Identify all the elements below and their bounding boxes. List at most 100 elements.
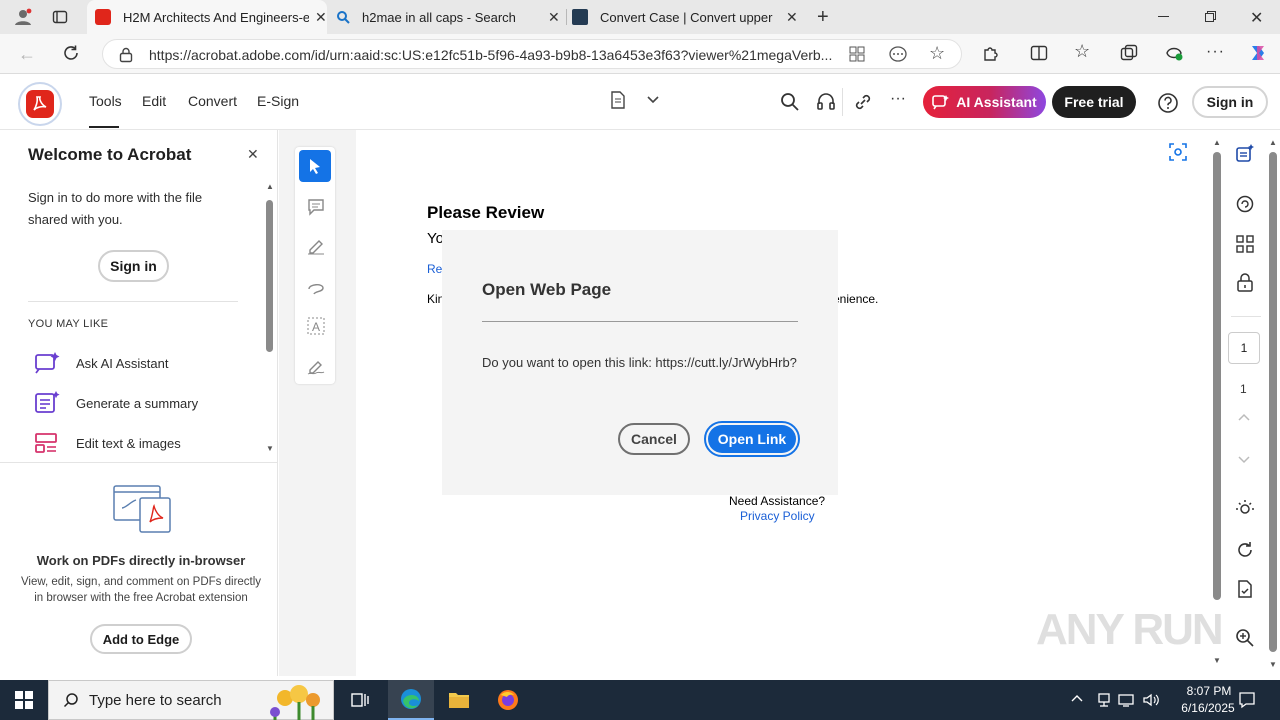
nav-convert[interactable]: Convert <box>188 93 237 109</box>
help-icon[interactable] <box>1157 92 1179 114</box>
pdf-browser-illustration-icon <box>112 482 174 534</box>
address-bar-row: ← https://acrobat.adobe.com/id/urn:aaid:… <box>0 34 1280 74</box>
panel-scrollbar[interactable]: ▲ ▼ <box>264 182 276 458</box>
page-number-box[interactable]: 1 <box>1228 332 1260 364</box>
new-tab-icon[interactable]: + <box>817 6 829 29</box>
rail-divider <box>1231 316 1261 317</box>
zoom-in-icon[interactable] <box>1235 628 1255 648</box>
close-panel-icon[interactable]: ✕ <box>247 146 259 163</box>
more-options-bubble-icon[interactable] <box>889 46 907 62</box>
back-icon[interactable]: ← <box>18 44 36 65</box>
search-tab-icon <box>337 11 350 24</box>
nav-edit[interactable]: Edit <box>142 93 166 109</box>
favorite-star-icon[interactable]: ☆ <box>929 43 945 64</box>
lock-rail-icon[interactable] <box>1236 273 1254 293</box>
url-text[interactable]: https://acrobat.adobe.com/id/urn:aaid:sc… <box>149 47 832 63</box>
tab-close-icon[interactable]: ✕ <box>315 9 327 26</box>
brightness-rail-icon[interactable] <box>1235 498 1255 518</box>
task-view-icon[interactable] <box>351 691 369 709</box>
wifi-icon[interactable] <box>1118 692 1134 708</box>
rotate-rail-icon[interactable] <box>1235 540 1255 560</box>
highlight-tool-icon[interactable] <box>306 236 326 256</box>
tab-close-icon[interactable]: ✕ <box>548 9 560 26</box>
edit-text-images-item[interactable]: Edit text & images <box>34 428 181 458</box>
volume-icon[interactable] <box>1142 692 1160 708</box>
firefox-icon[interactable] <box>497 689 519 711</box>
generate-summary-item[interactable]: Generate a summary <box>34 388 198 418</box>
close-window-icon[interactable]: ✕ <box>1250 8 1263 28</box>
link-icon[interactable] <box>853 92 873 112</box>
doc-heading: Please Review <box>427 203 545 222</box>
notifications-icon[interactable] <box>1238 691 1256 709</box>
cancel-button[interactable]: Cancel <box>618 423 690 455</box>
draw-tool-icon[interactable] <box>306 277 326 297</box>
minimize-icon[interactable] <box>1158 16 1169 17</box>
windows-start-icon[interactable] <box>15 691 33 709</box>
file-explorer-icon[interactable] <box>448 690 470 710</box>
convert-case-tab-icon <box>572 9 588 25</box>
document-rail-icon[interactable] <box>1235 579 1255 599</box>
document-scrollbar[interactable]: ▲ ▼ <box>1210 130 1224 676</box>
ai-assistant-rail-icon[interactable] <box>1235 144 1255 164</box>
page-down-icon[interactable] <box>1238 456 1250 464</box>
windows-taskbar: Type here to search 8:07 PM 6/16/2025 <box>0 680 1280 720</box>
profile-icon[interactable] <box>14 8 32 26</box>
nav-tools-underline <box>89 126 119 128</box>
extensions-icon[interactable] <box>982 44 1000 62</box>
lock-icon[interactable] <box>119 47 133 63</box>
ask-ai-assistant-item[interactable]: Ask AI Assistant <box>34 348 169 378</box>
anyrun-watermark: ANY RUN <box>1036 605 1224 654</box>
add-to-edge-button[interactable]: Add to Edge <box>90 624 192 654</box>
app-available-icon[interactable] <box>849 46 865 62</box>
taskbar-time[interactable]: 8:07 PM <box>1174 684 1244 698</box>
taskbar-date[interactable]: 6/16/2025 <box>1168 701 1248 715</box>
tab-search[interactable]: h2mae in all caps - Search ✕ <box>330 0 564 34</box>
edit-text-icon <box>35 433 57 453</box>
sign-tool-icon[interactable] <box>306 356 326 376</box>
tab-convert-case[interactable]: Convert Case | Convert upper cas ✕ <box>568 0 804 34</box>
sign-in-button[interactable]: Sign in <box>1192 86 1268 118</box>
document-menu-icon[interactable] <box>610 91 626 109</box>
browser-scrollbar[interactable]: ▲ ▼ <box>1266 130 1280 676</box>
free-trial-button[interactable]: Free trial <box>1052 86 1136 118</box>
browser-essentials-icon[interactable] <box>1164 44 1184 62</box>
collections-icon[interactable] <box>1120 44 1138 62</box>
comment-tool-icon[interactable] <box>306 197 326 217</box>
chevron-down-icon[interactable] <box>647 96 659 104</box>
copilot-icon[interactable] <box>1248 43 1268 63</box>
comments-rail-icon[interactable] <box>1235 194 1255 214</box>
network-icon[interactable] <box>1096 692 1112 708</box>
thumbnails-rail-icon[interactable] <box>1235 234 1255 254</box>
quick-tools-bar: A <box>295 147 335 384</box>
tray-chevron-icon[interactable] <box>1071 694 1083 702</box>
open-link-button[interactable]: Open Link <box>704 421 800 457</box>
read-aloud-icon[interactable] <box>816 92 836 112</box>
acrobat-logo-icon[interactable] <box>18 82 62 126</box>
doc-review-link[interactable]: Re <box>427 262 442 276</box>
nav-esign[interactable]: E-Sign <box>257 93 299 109</box>
tab-actions-icon[interactable] <box>52 9 68 25</box>
edge-taskbar-icon[interactable] <box>388 680 434 720</box>
select-tool-icon[interactable] <box>299 150 331 182</box>
tab-close-icon[interactable]: ✕ <box>786 9 798 26</box>
more-icon[interactable]: ··· <box>890 90 906 108</box>
panel-sign-in-button[interactable]: Sign in <box>98 250 169 282</box>
ai-scan-icon[interactable] <box>1168 142 1188 162</box>
favorites-icon[interactable]: ☆ <box>1074 41 1090 62</box>
page-up-icon[interactable] <box>1238 413 1250 421</box>
page-total: 1 <box>1240 382 1247 396</box>
taskbar-search-box[interactable]: Type here to search <box>48 680 334 720</box>
url-box[interactable]: https://acrobat.adobe.com/id/urn:aaid:sc… <box>102 39 962 69</box>
tab-h2m[interactable]: H2M Architects And Engineers-en ✕ <box>87 0 327 34</box>
nav-tools[interactable]: Tools <box>89 93 122 109</box>
refresh-icon[interactable] <box>62 44 80 62</box>
ai-chat-icon <box>35 352 60 374</box>
privacy-policy-link[interactable]: Privacy Policy <box>740 509 815 523</box>
search-icon[interactable] <box>780 92 800 112</box>
restore-icon[interactable] <box>1205 11 1216 22</box>
text-tool-icon[interactable]: A <box>306 316 326 336</box>
settings-more-icon[interactable]: ··· <box>1206 43 1225 61</box>
split-screen-icon[interactable] <box>1030 44 1048 62</box>
ai-assistant-button[interactable]: AI Assistant <box>923 86 1046 118</box>
dialog-title: Open Web Page <box>482 280 612 299</box>
